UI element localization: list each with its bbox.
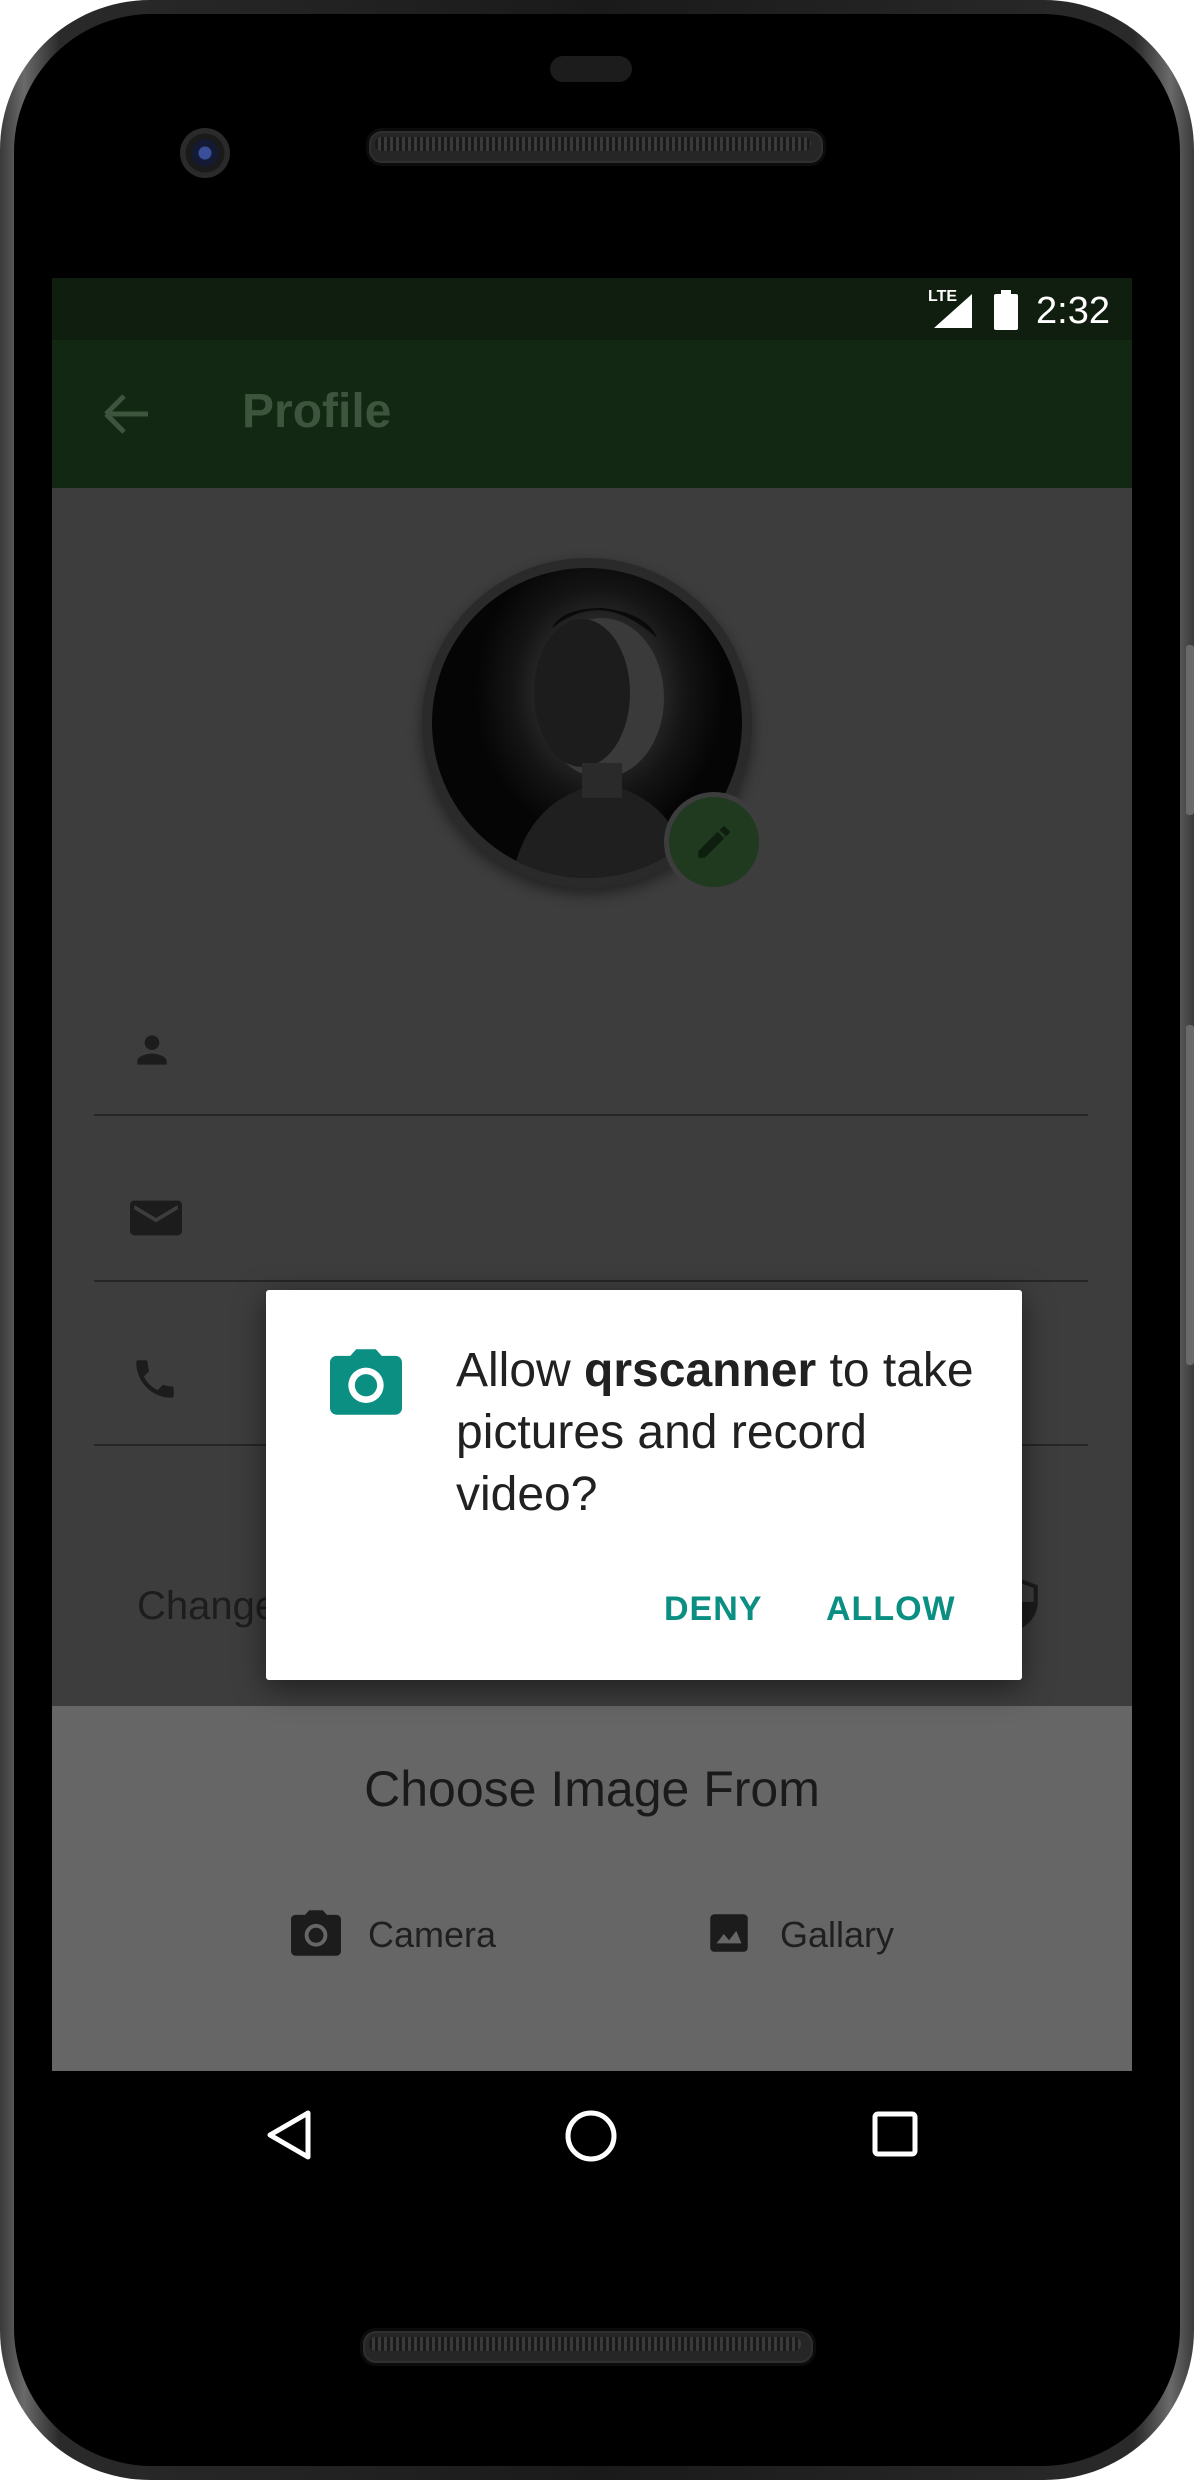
signal-icon bbox=[934, 294, 972, 328]
person-icon bbox=[137, 1035, 167, 1065]
camera-icon bbox=[291, 1910, 341, 1956]
nav-home-icon[interactable] bbox=[564, 2109, 618, 2163]
power-button bbox=[1186, 645, 1194, 815]
front-camera bbox=[180, 128, 230, 178]
edit-avatar-button[interactable] bbox=[664, 792, 764, 892]
message-prefix: Allow bbox=[456, 1344, 585, 1397]
phone-icon bbox=[136, 1360, 174, 1398]
nav-back-icon[interactable] bbox=[266, 2109, 312, 2161]
email-field-underline bbox=[94, 1280, 1088, 1282]
arrow-back-icon[interactable] bbox=[102, 392, 150, 436]
bottom-speaker bbox=[360, 2328, 816, 2366]
app-bar: Profile bbox=[52, 340, 1132, 488]
top-speaker bbox=[366, 128, 826, 166]
pencil-icon bbox=[698, 826, 730, 858]
image-icon bbox=[710, 1914, 748, 1952]
camera-option[interactable]: Camera bbox=[288, 1908, 548, 1968]
name-field-underline bbox=[94, 1114, 1088, 1116]
camera-icon bbox=[330, 1349, 402, 1415]
nav-recents-icon[interactable] bbox=[872, 2111, 918, 2157]
email-icon bbox=[130, 1200, 182, 1236]
screen: LTE 2:32 Profile Change Choose Image Fro… bbox=[52, 278, 1132, 2071]
allow-button[interactable]: ALLOW bbox=[826, 1590, 956, 1629]
gallery-option[interactable]: Gallary bbox=[704, 1908, 964, 1968]
permission-message: Allow qrscanner to take pictures and rec… bbox=[456, 1340, 976, 1526]
camera-option-label: Camera bbox=[368, 1914, 497, 1955]
deny-button[interactable]: DENY bbox=[664, 1590, 762, 1629]
navigation-bar bbox=[52, 2071, 1132, 2271]
volume-button bbox=[1186, 1025, 1194, 1365]
status-bar: LTE 2:32 bbox=[52, 278, 1132, 340]
permission-dialog: Allow qrscanner to take pictures and rec… bbox=[266, 1290, 1022, 1680]
page-title: Profile bbox=[242, 385, 392, 438]
gallery-option-label: Gallary bbox=[780, 1914, 895, 1955]
earpiece-notch bbox=[550, 56, 632, 82]
status-time: 2:32 bbox=[1036, 290, 1110, 332]
bottom-sheet-title: Choose Image From bbox=[364, 1761, 820, 1817]
battery-icon bbox=[994, 290, 1018, 330]
app-name: qrscanner bbox=[584, 1344, 817, 1397]
